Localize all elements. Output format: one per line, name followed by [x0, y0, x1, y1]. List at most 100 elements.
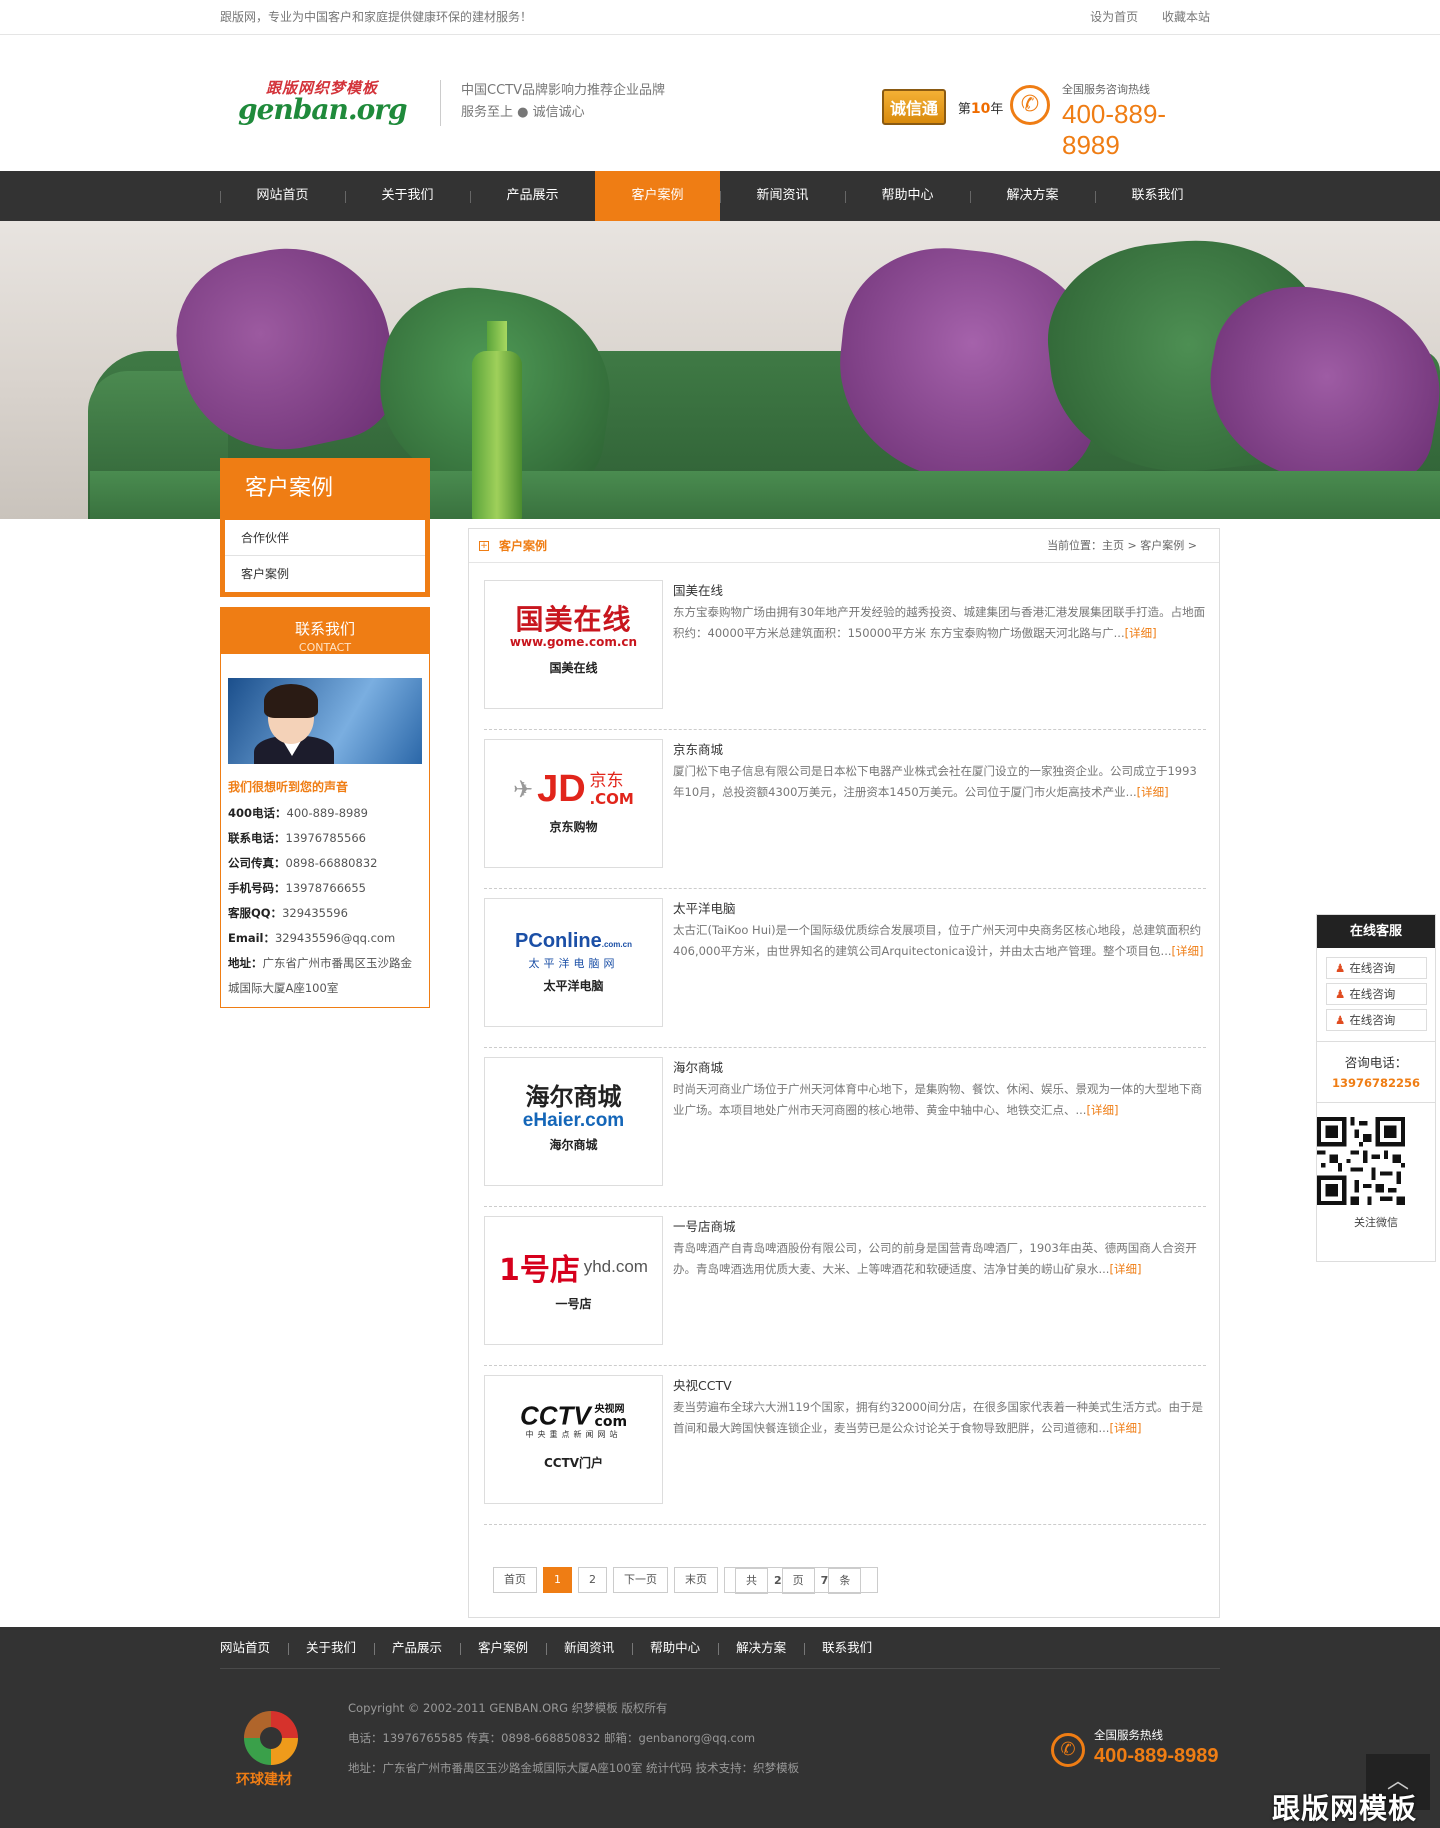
case-title[interactable]: 一号店商城: [673, 1216, 736, 1235]
chengxintong-badge: 诚信通: [882, 89, 947, 125]
category-item-cases[interactable]: 客户案例: [225, 556, 425, 592]
case-desc: 青岛啤酒产自青岛啤酒股份有限公司，公司的前身是国营青岛啤酒厂，1903年由英、德…: [673, 1241, 1197, 1276]
case-title[interactable]: 海尔商城: [673, 1057, 723, 1076]
set-home-link[interactable]: 设为首页: [1090, 10, 1138, 24]
footer-nav-about[interactable]: 关于我们: [288, 1627, 374, 1668]
nav-help[interactable]: 帮助中心: [845, 171, 970, 221]
hotline-number: 400-889-8989: [1062, 99, 1167, 160]
header-slogan: 中国CCTV品牌影响力推荐企业品牌 服务至上 ● 诚信诚心: [440, 80, 665, 126]
case-more-link[interactable]: [详细]: [1125, 626, 1157, 640]
footer-nav-contact[interactable]: 联系我们: [804, 1627, 890, 1668]
footer-contact: 电话：13976765585 传真：0898-668850832 邮箱：genb…: [348, 1731, 756, 1745]
site-logo[interactable]: 跟版网织梦模板 genban.org: [238, 77, 408, 137]
footer-logo-emblem: [244, 1711, 298, 1765]
case-caption: CCTV门户: [543, 1456, 604, 1470]
nav-solutions[interactable]: 解决方案: [970, 171, 1095, 221]
footer-nav-products[interactable]: 产品展示: [374, 1627, 460, 1668]
case-item: 1号店 yhd.com 一号店 一号店商城 青岛啤酒产自青岛啤酒股份有限公司，公…: [484, 1207, 1206, 1366]
bookmark-link[interactable]: 收藏本站: [1162, 10, 1210, 24]
ehaier-logo: 海尔商城 eHaier.com: [522, 1082, 625, 1132]
case-title[interactable]: 京东商城: [673, 739, 723, 758]
case-desc: 时尚天河商业广场位于广州天河体育中心地下，是集购物、餐饮、休闲、娱乐、景观为一体…: [673, 1082, 1202, 1117]
case-title[interactable]: 太平洋电脑: [673, 898, 736, 917]
nav-cases[interactable]: 客户案例: [595, 171, 720, 221]
contact-title: 联系我们: [294, 620, 355, 638]
category-box: 客户案例 合作伙伴 客户案例: [220, 458, 430, 597]
contact-row-email: Email：329435596@qq.com: [228, 931, 396, 945]
qq-consult-button[interactable]: ♟ 在线咨询: [1326, 957, 1427, 979]
case-more-link[interactable]: [详细]: [1172, 944, 1204, 958]
case-desc: 太古汇(TaiKoo Hui)是一个国际级优质综合发展项目，位于广州天河中央商务…: [673, 923, 1204, 958]
footer-nav-cases[interactable]: 客户案例: [460, 1627, 546, 1668]
qq-consult-button[interactable]: ♟ 在线咨询: [1326, 983, 1427, 1005]
contact-box: 联系我们 CONTACT 我们很想听到您的声音 400电话：400-889-89…: [220, 607, 430, 1008]
case-thumbnail[interactable]: 国美在线 www.gome.com.cn 国美在线: [484, 580, 663, 709]
footer-brand: 环球建材: [236, 1772, 292, 1788]
footer-nav-news[interactable]: 新闻资讯: [546, 1627, 632, 1668]
pager-page-2[interactable]: 2: [578, 1567, 607, 1593]
case-thumbnail[interactable]: CCTV 央视网 com 中央重点新闻网站 CCTV门户: [484, 1375, 663, 1504]
case-thumbnail[interactable]: 海尔商城 eHaier.com 海尔商城: [484, 1057, 663, 1186]
pager-next[interactable]: 下一页: [613, 1567, 668, 1593]
case-more-link[interactable]: [详细]: [1086, 1103, 1118, 1117]
footer-hotline: 全国服务热线 400-889-8989: [1094, 1727, 1219, 1768]
watermark: 跟版网模板: [1272, 1792, 1418, 1825]
case-thumbnail[interactable]: 1号店 yhd.com 一号店: [484, 1216, 663, 1345]
contact-voice: 我们很想听到您的声音: [228, 780, 349, 794]
contact-row-fax: 公司传真：0898-66880832: [228, 856, 378, 870]
case-item: PConline.com.cn 太平洋电脑网 太平洋电脑 太平洋电脑 太古汇(T…: [484, 889, 1206, 1048]
case-thumbnail[interactable]: ✈ JD 京东 .COM 京东购物: [484, 739, 663, 868]
case-more-link[interactable]: [详细]: [1137, 785, 1169, 799]
slogan-line-2: 服务至上 ● 诚信诚心: [461, 105, 585, 120]
case-caption: 一号店: [555, 1297, 592, 1311]
footer-address: 地址：广东省广州市番禺区玉沙路金城国际大厦A座100室 统计代码 技术支持：织梦…: [348, 1761, 800, 1775]
service-tel: 13976782256: [1331, 1076, 1421, 1090]
pager-page-1[interactable]: 1: [543, 1567, 572, 1593]
case-thumbnail[interactable]: PConline.com.cn 太平洋电脑网 太平洋电脑: [484, 898, 663, 1027]
footer-phone-icon: ✆: [1051, 1733, 1085, 1767]
case-more-link[interactable]: [详细]: [1109, 1421, 1141, 1435]
service-title: 在线客服: [1317, 915, 1435, 948]
nav-products[interactable]: 产品展示: [470, 171, 595, 221]
case-caption: 京东购物: [549, 820, 598, 834]
pager-first[interactable]: 首页: [493, 1567, 537, 1593]
footer-logo: 环球建材: [236, 1711, 306, 1791]
top-bar: 跟版网，专业为中国客户和家庭提供健康环保的建材服务！ 设为首页 收藏本站: [0, 0, 1440, 35]
nav-home[interactable]: 网站首页: [220, 171, 345, 221]
contact-row-400: 400电话：400-889-8989: [228, 806, 368, 820]
customer-service-photo: [228, 678, 422, 764]
contact-row-phone: 联系电话：13976785566: [228, 831, 366, 845]
gome-logo: 国美在线 www.gome.com.cn: [509, 603, 638, 650]
header: 跟版网织梦模板 genban.org 中国CCTV品牌影响力推荐企业品牌 服务至…: [0, 35, 1440, 171]
case-list-panel: + 客户案例 当前位置：主页 > 客户案例 > 国美在线 www.gome.co…: [468, 528, 1220, 1618]
service-tel-label: 咨询电话：: [1344, 1055, 1408, 1070]
footer-copyright: Copyright © 2002-2011 GENBAN.ORG 织梦模板 版权…: [348, 1701, 668, 1715]
badge-years: 第10年: [957, 100, 1004, 117]
jd-logo: ✈ JD 京东 .COM: [513, 768, 634, 810]
category-title: 客户案例: [245, 476, 334, 501]
nav-about[interactable]: 关于我们: [345, 171, 470, 221]
footer-nav-help[interactable]: 帮助中心: [632, 1627, 718, 1668]
category-item-partners[interactable]: 合作伙伴: [225, 520, 425, 556]
qq-consult-button[interactable]: ♟ 在线咨询: [1326, 1009, 1427, 1031]
breadcrumb[interactable]: 当前位置：主页 > 客户案例 >: [1047, 529, 1197, 563]
header-hotline: 全国服务咨询热线 400-889-8989: [1062, 81, 1220, 161]
qq-icon: ♟: [1335, 961, 1346, 975]
logo-main-text: genban.org: [238, 93, 408, 126]
slogan-line-1: 中国CCTV品牌影响力推荐企业品牌: [461, 83, 665, 98]
case-caption: 海尔商城: [549, 1138, 598, 1152]
contact-header: 联系我们 CONTACT: [221, 608, 429, 654]
pager-last[interactable]: 末页: [674, 1567, 718, 1593]
nav-news[interactable]: 新闻资讯: [720, 171, 845, 221]
footer-nav-solutions[interactable]: 解决方案: [718, 1627, 804, 1668]
online-service-float: 在线客服 ♟ 在线咨询 ♟ 在线咨询 ♟ 在线咨询 咨询电话： 13976782256…: [1316, 914, 1436, 1262]
main-nav: 网站首页 关于我们 产品展示 客户案例 新闻资讯 帮助中心 解决方案 联系我们: [0, 171, 1440, 221]
case-title[interactable]: 央视CCTV: [673, 1375, 732, 1394]
case-more-link[interactable]: [详细]: [1109, 1262, 1141, 1276]
yhd-logo: 1号店 yhd.com: [499, 1253, 648, 1288]
phone-icon: ✆: [1010, 85, 1050, 125]
footer-info: Copyright © 2002-2011 GENBAN.ORG 织梦模板 版权…: [348, 1693, 799, 1783]
footer-nav-home[interactable]: 网站首页: [220, 1627, 288, 1668]
nav-contact[interactable]: 联系我们: [1095, 171, 1220, 221]
case-title[interactable]: 国美在线: [673, 580, 723, 599]
